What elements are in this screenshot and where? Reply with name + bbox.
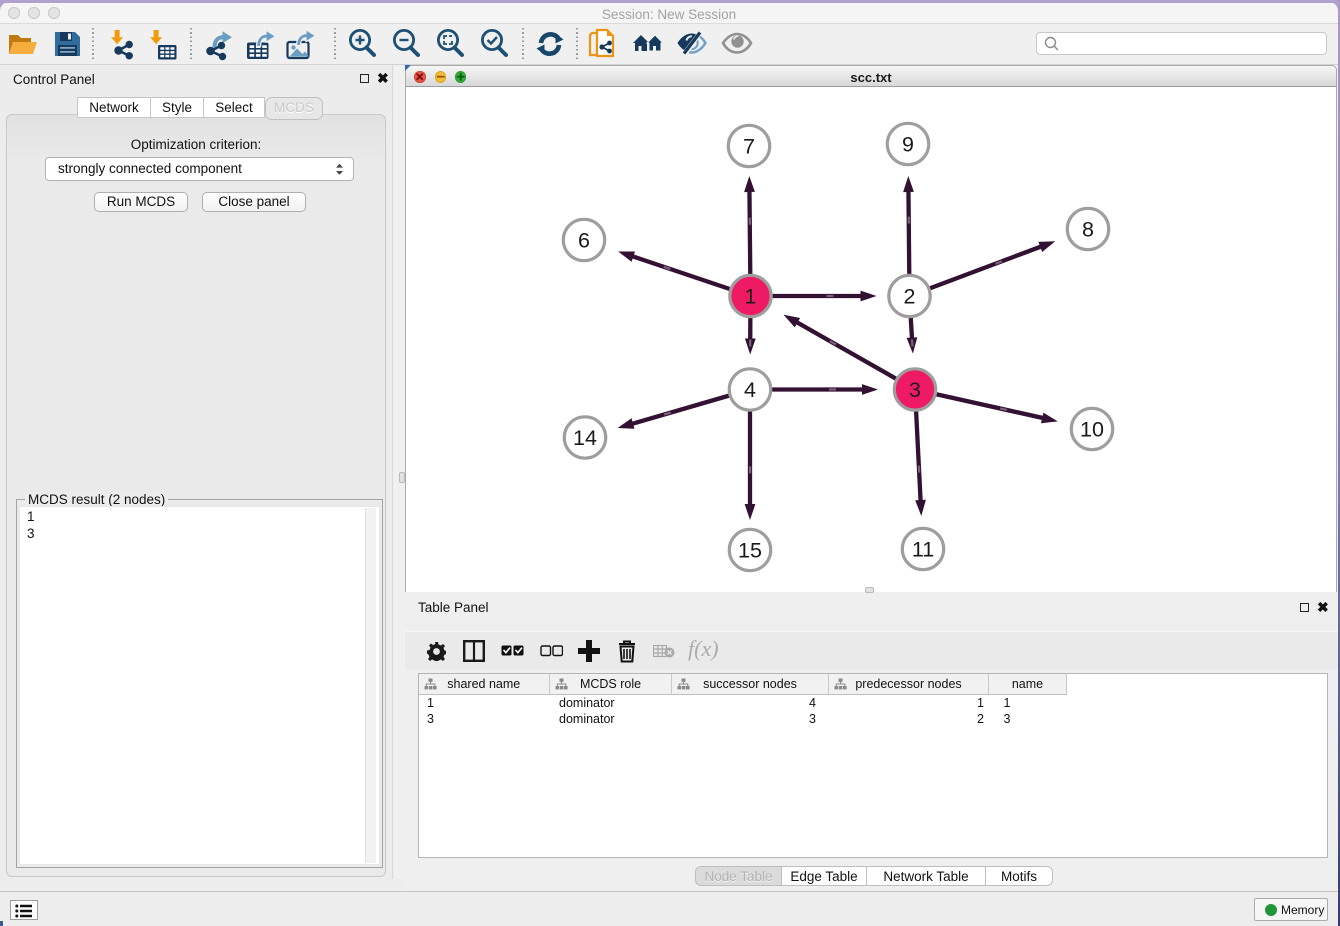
svg-text:1: 1 [745,285,757,309]
svg-text:15: 15 [738,539,762,563]
svg-text:4: 4 [744,378,756,402]
svg-text:2: 2 [904,285,916,309]
svg-text:3: 3 [909,378,921,402]
svg-text:14: 14 [573,426,597,450]
svg-text:6: 6 [578,229,590,253]
svg-text:10: 10 [1080,418,1104,442]
svg-text:8: 8 [1082,218,1094,242]
svg-text:9: 9 [902,133,914,157]
svg-text:7: 7 [743,135,755,159]
svg-text:11: 11 [912,538,934,562]
